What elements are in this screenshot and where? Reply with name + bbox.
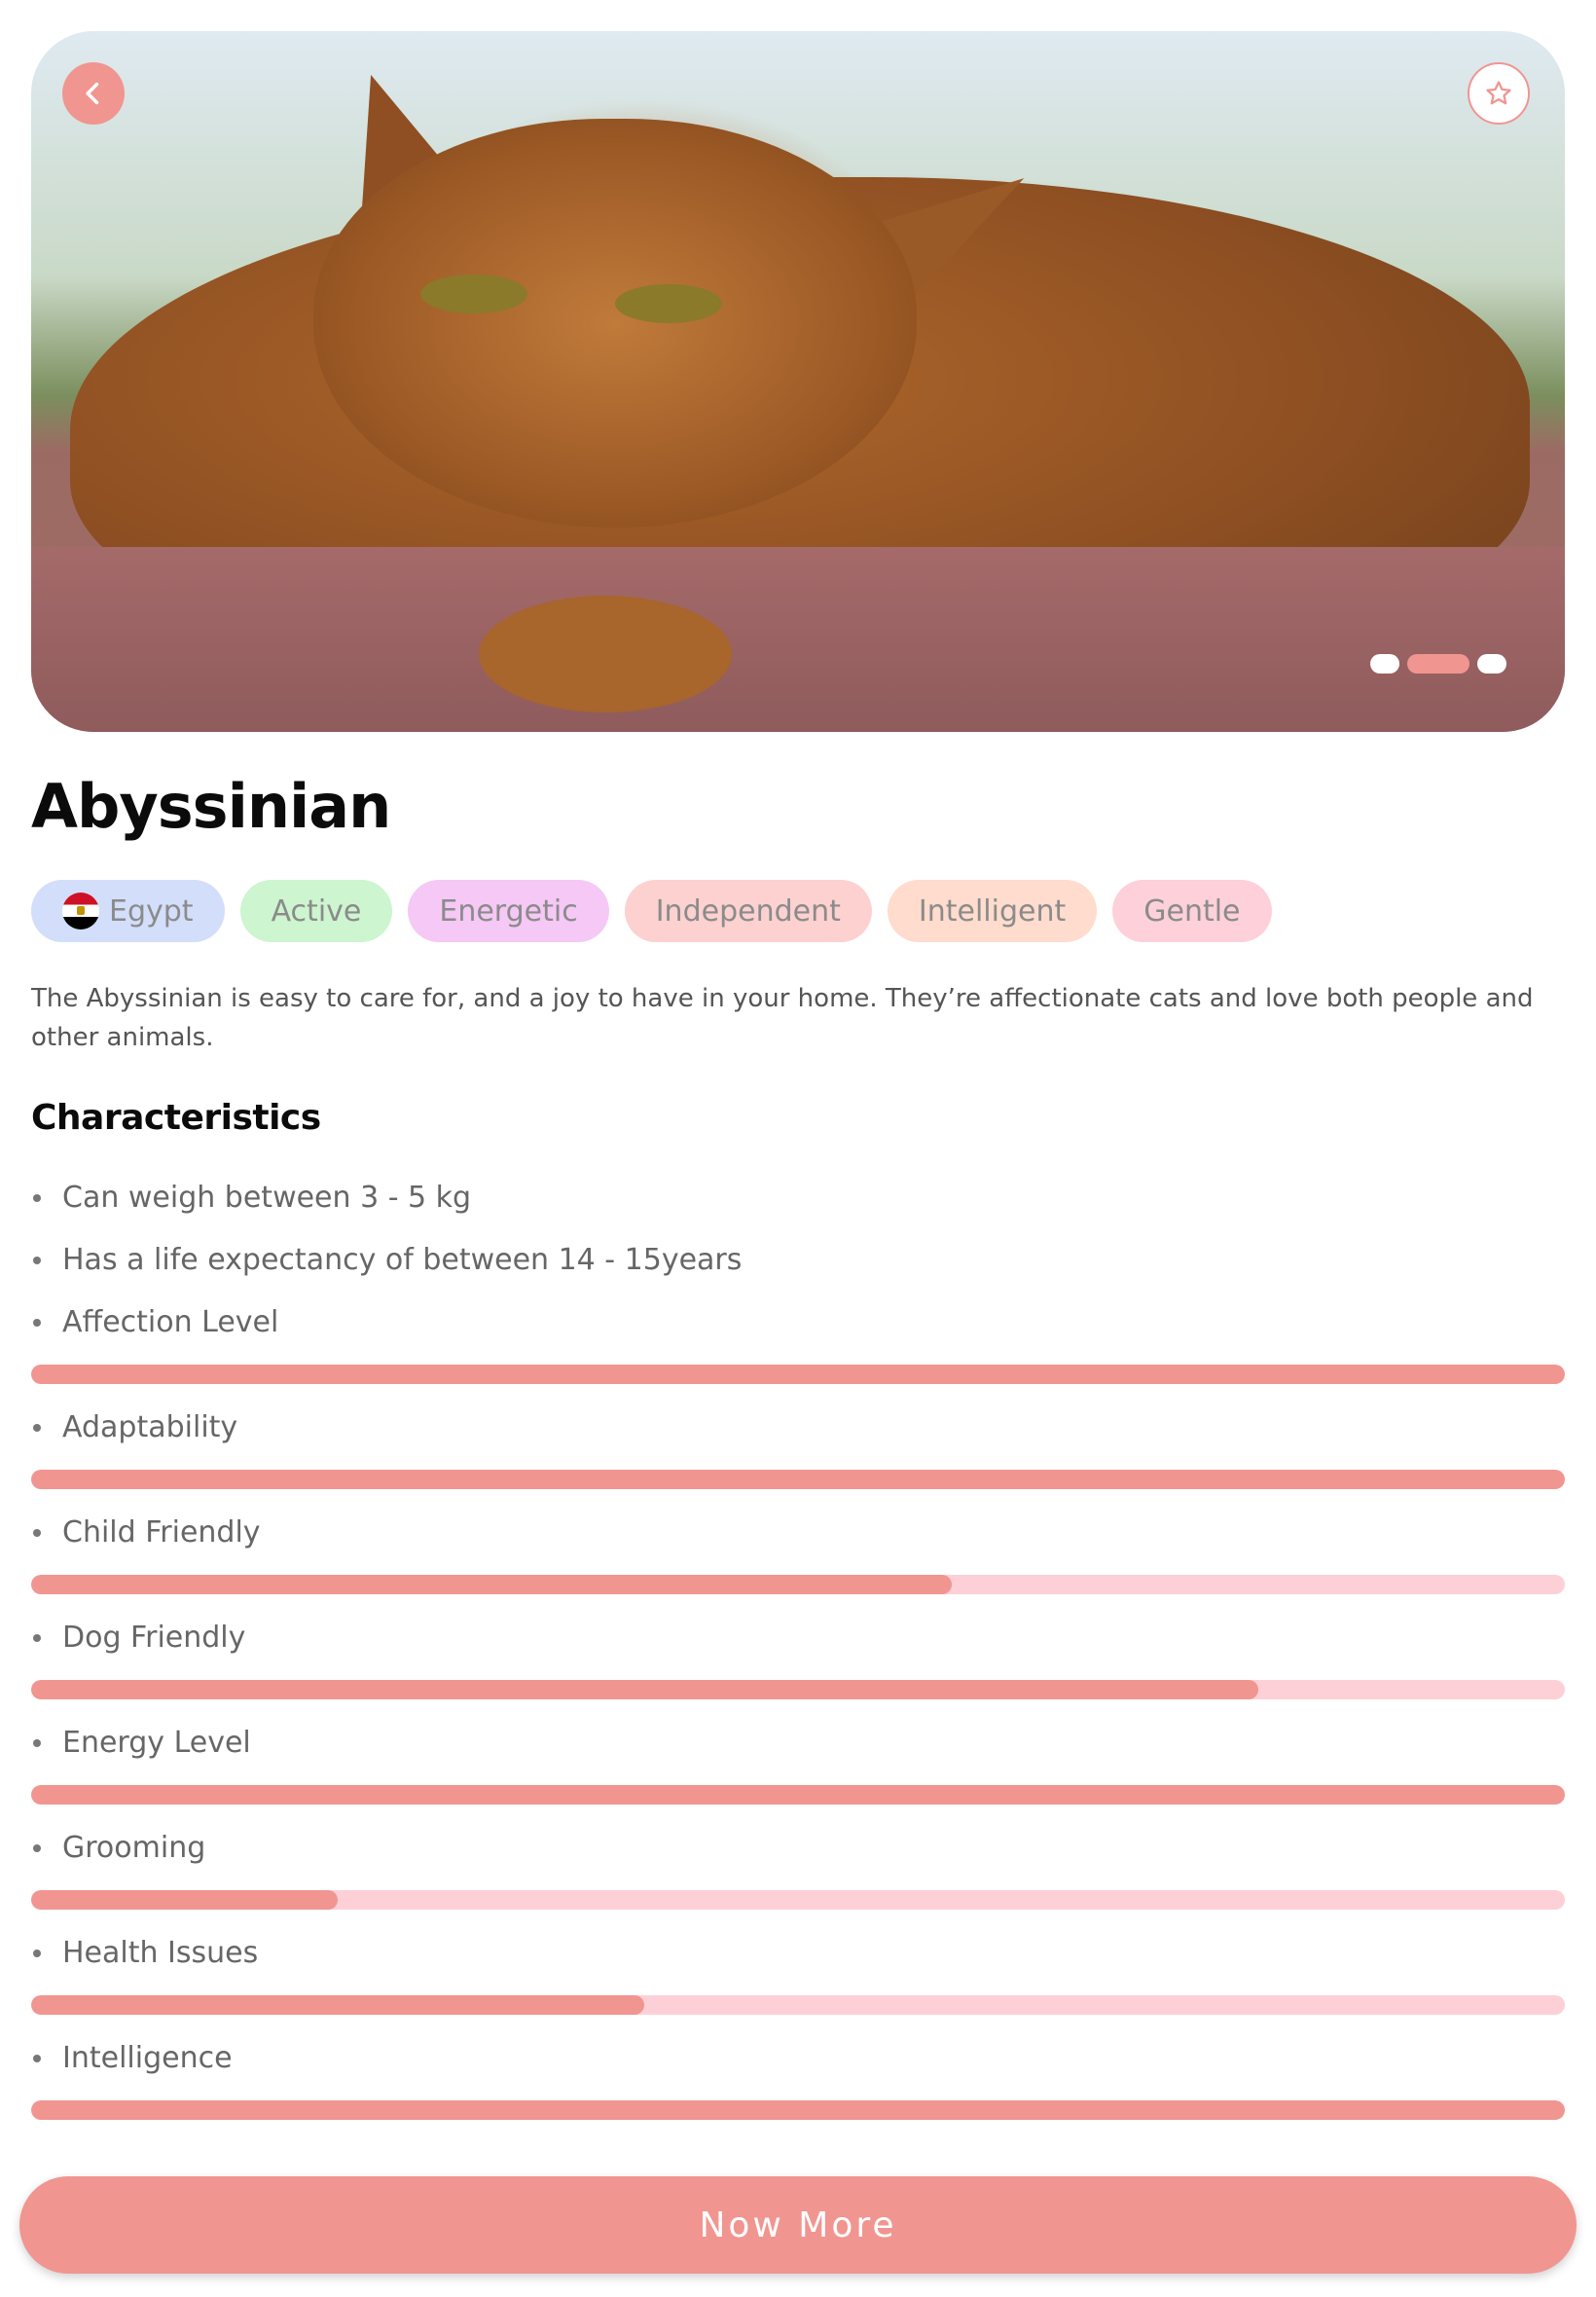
rating-bar-fill [31,1680,1258,1699]
cat-head [313,119,917,528]
rating-bar-energy-level [31,1785,1565,1805]
rating-bar-child-friendly [31,1575,1565,1594]
now-more-button[interactable]: Now More [19,2176,1577,2274]
rating-bar-intelligence [31,2100,1565,2120]
back-button[interactable] [62,62,125,125]
rating-label: Energy Level [31,1711,1565,1773]
tag-energetic[interactable]: Energetic [408,880,609,942]
carousel-dot[interactable] [1370,654,1399,674]
tag-list: Egypt Active Energetic Independent Intel… [31,880,1272,942]
cat-eye-left [420,274,527,313]
tag-label: Active [271,893,362,929]
characteristics-list: Can weigh between 3 - 5 kg Has a life ex… [31,1166,1565,2132]
rating-bar-fill [31,1575,952,1594]
tag-gentle[interactable]: Gentle [1112,880,1272,942]
rating-label: Adaptability [31,1396,1565,1458]
tag-intelligent[interactable]: Intelligent [887,880,1098,942]
rating-label: Health Issues [31,1921,1565,1984]
rating-bar-dog-friendly [31,1680,1565,1699]
rating-label: Grooming [31,1816,1565,1878]
breed-title: Abyssinian [31,771,391,842]
rating-bar-fill [31,1785,1565,1805]
rating-bar-health-issues [31,1995,1565,2015]
tag-origin[interactable]: Egypt [31,880,225,942]
rating-label: Dog Friendly [31,1606,1565,1668]
carousel-dot[interactable] [1477,654,1506,674]
fact-life-expectancy: Has a life expectancy of between 14 - 15… [31,1228,1565,1291]
rating-bar-fill [31,1365,1565,1384]
rating-bar-grooming [31,1890,1565,1910]
carousel-indicator [1370,654,1506,674]
carousel-dot-active[interactable] [1407,654,1469,674]
rating-label: Intelligence [31,2026,1565,2089]
fact-weight: Can weigh between 3 - 5 kg [31,1166,1565,1228]
stone-ledge [31,547,1565,732]
rating-bar-fill [31,1890,339,1910]
tag-active[interactable]: Active [239,880,393,942]
rating-bar-adaptability [31,1470,1565,1489]
rating-label: Affection Level [31,1291,1565,1353]
tag-label: Egypt [109,893,194,929]
hero-image [31,31,1565,732]
rating-bar-fill [31,1470,1565,1489]
characteristics-heading: Characteristics [31,1098,321,1138]
breed-description: The Abyssinian is easy to care for, and … [31,984,1534,1052]
tag-independent[interactable]: Independent [624,880,872,942]
rating-label: Child Friendly [31,1501,1565,1563]
tag-label: Intelligent [918,893,1067,929]
tag-label: Gentle [1143,893,1241,929]
tag-label: Energetic [439,893,578,929]
tag-label: Independent [655,893,841,929]
egypt-flag-icon [62,893,99,930]
cat-paw [479,596,732,712]
chevron-left-icon [86,82,99,105]
rating-bar-fill [31,2100,1565,2120]
star-outline-icon [1486,81,1511,105]
cat-eye-right [615,284,722,323]
favorite-button[interactable] [1468,62,1530,125]
rating-bar-affection-level [31,1365,1565,1384]
rating-bar-fill [31,1995,645,2015]
